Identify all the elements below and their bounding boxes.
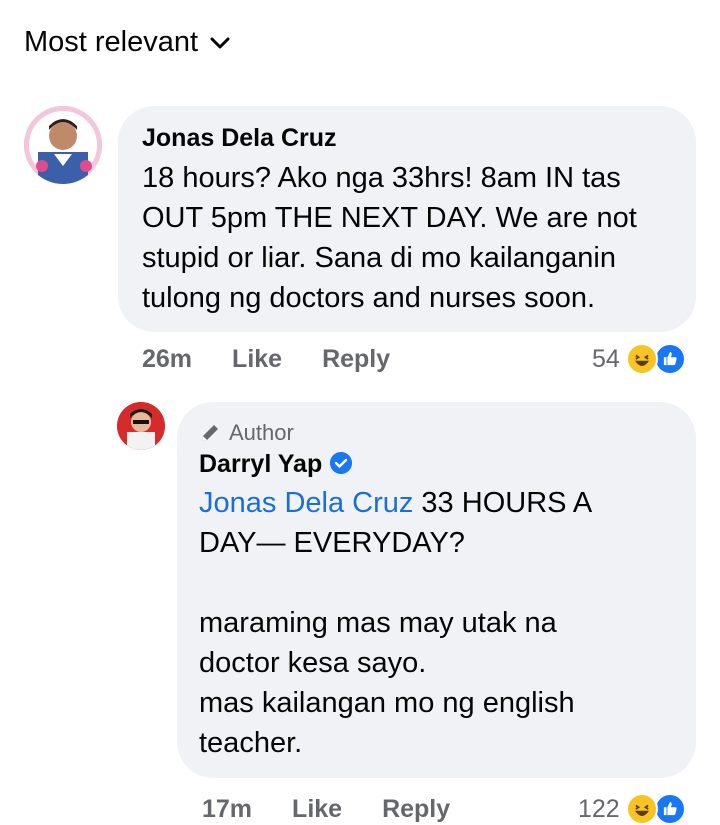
avatar[interactable] <box>24 106 102 184</box>
sort-dropdown[interactable]: Most relevant <box>24 26 230 59</box>
reply-bubble: Author Darryl Yap Jonas Dela Cruz 33 HOU… <box>177 402 696 778</box>
haha-reaction-icon <box>625 343 658 375</box>
reaction-summary[interactable]: 54 <box>592 343 688 375</box>
reaction-summary[interactable]: 122 <box>578 793 688 825</box>
like-reaction-icon <box>653 793 686 825</box>
reply-author-link[interactable]: Darryl Yap <box>199 450 322 478</box>
author-badge: Author <box>199 420 294 446</box>
verified-badge-icon <box>330 452 353 475</box>
sort-label: Most relevant <box>24 26 199 58</box>
reply-avatar[interactable] <box>117 402 165 450</box>
chevron-down-icon <box>210 37 230 48</box>
reply-text: Jonas Dela Cruz 33 HOURS A DAY— EVERYDAY… <box>199 483 679 763</box>
reply-timestamp[interactable]: 17m <box>202 795 252 824</box>
reply-body: 33 HOURS A DAY— EVERYDAY? maraming mas m… <box>199 487 593 759</box>
comment-author-name[interactable]: Jonas Dela Cruz <box>142 124 337 153</box>
like-button[interactable]: Like <box>292 795 342 824</box>
reply-button[interactable]: Reply <box>382 795 450 824</box>
comment-actions: 26m Like Reply <box>142 345 430 374</box>
comment-text: 18 hours? Ako nga 33hrs! 8am IN tas OUT … <box>142 162 637 314</box>
mention-link[interactable]: Jonas Dela Cruz <box>199 487 413 519</box>
haha-reaction-icon <box>625 793 658 825</box>
profile-picture-icon <box>117 402 165 450</box>
like-button[interactable]: Like <box>232 345 282 374</box>
profile-picture-icon <box>24 106 102 184</box>
author-badge-label: Author <box>229 420 294 445</box>
reaction-count: 54 <box>592 344 620 373</box>
comment-timestamp[interactable]: 26m <box>142 345 192 374</box>
reply-author-name: Darryl Yap <box>199 450 353 479</box>
like-reaction-icon <box>653 343 686 375</box>
reaction-count: 122 <box>578 794 620 823</box>
comment-bubble: Jonas Dela Cruz 18 hours? Ako nga 33hrs!… <box>118 106 696 332</box>
pencil-icon <box>202 425 218 441</box>
reply-actions: 17m Like Reply <box>202 795 490 824</box>
reply-button[interactable]: Reply <box>322 345 390 374</box>
